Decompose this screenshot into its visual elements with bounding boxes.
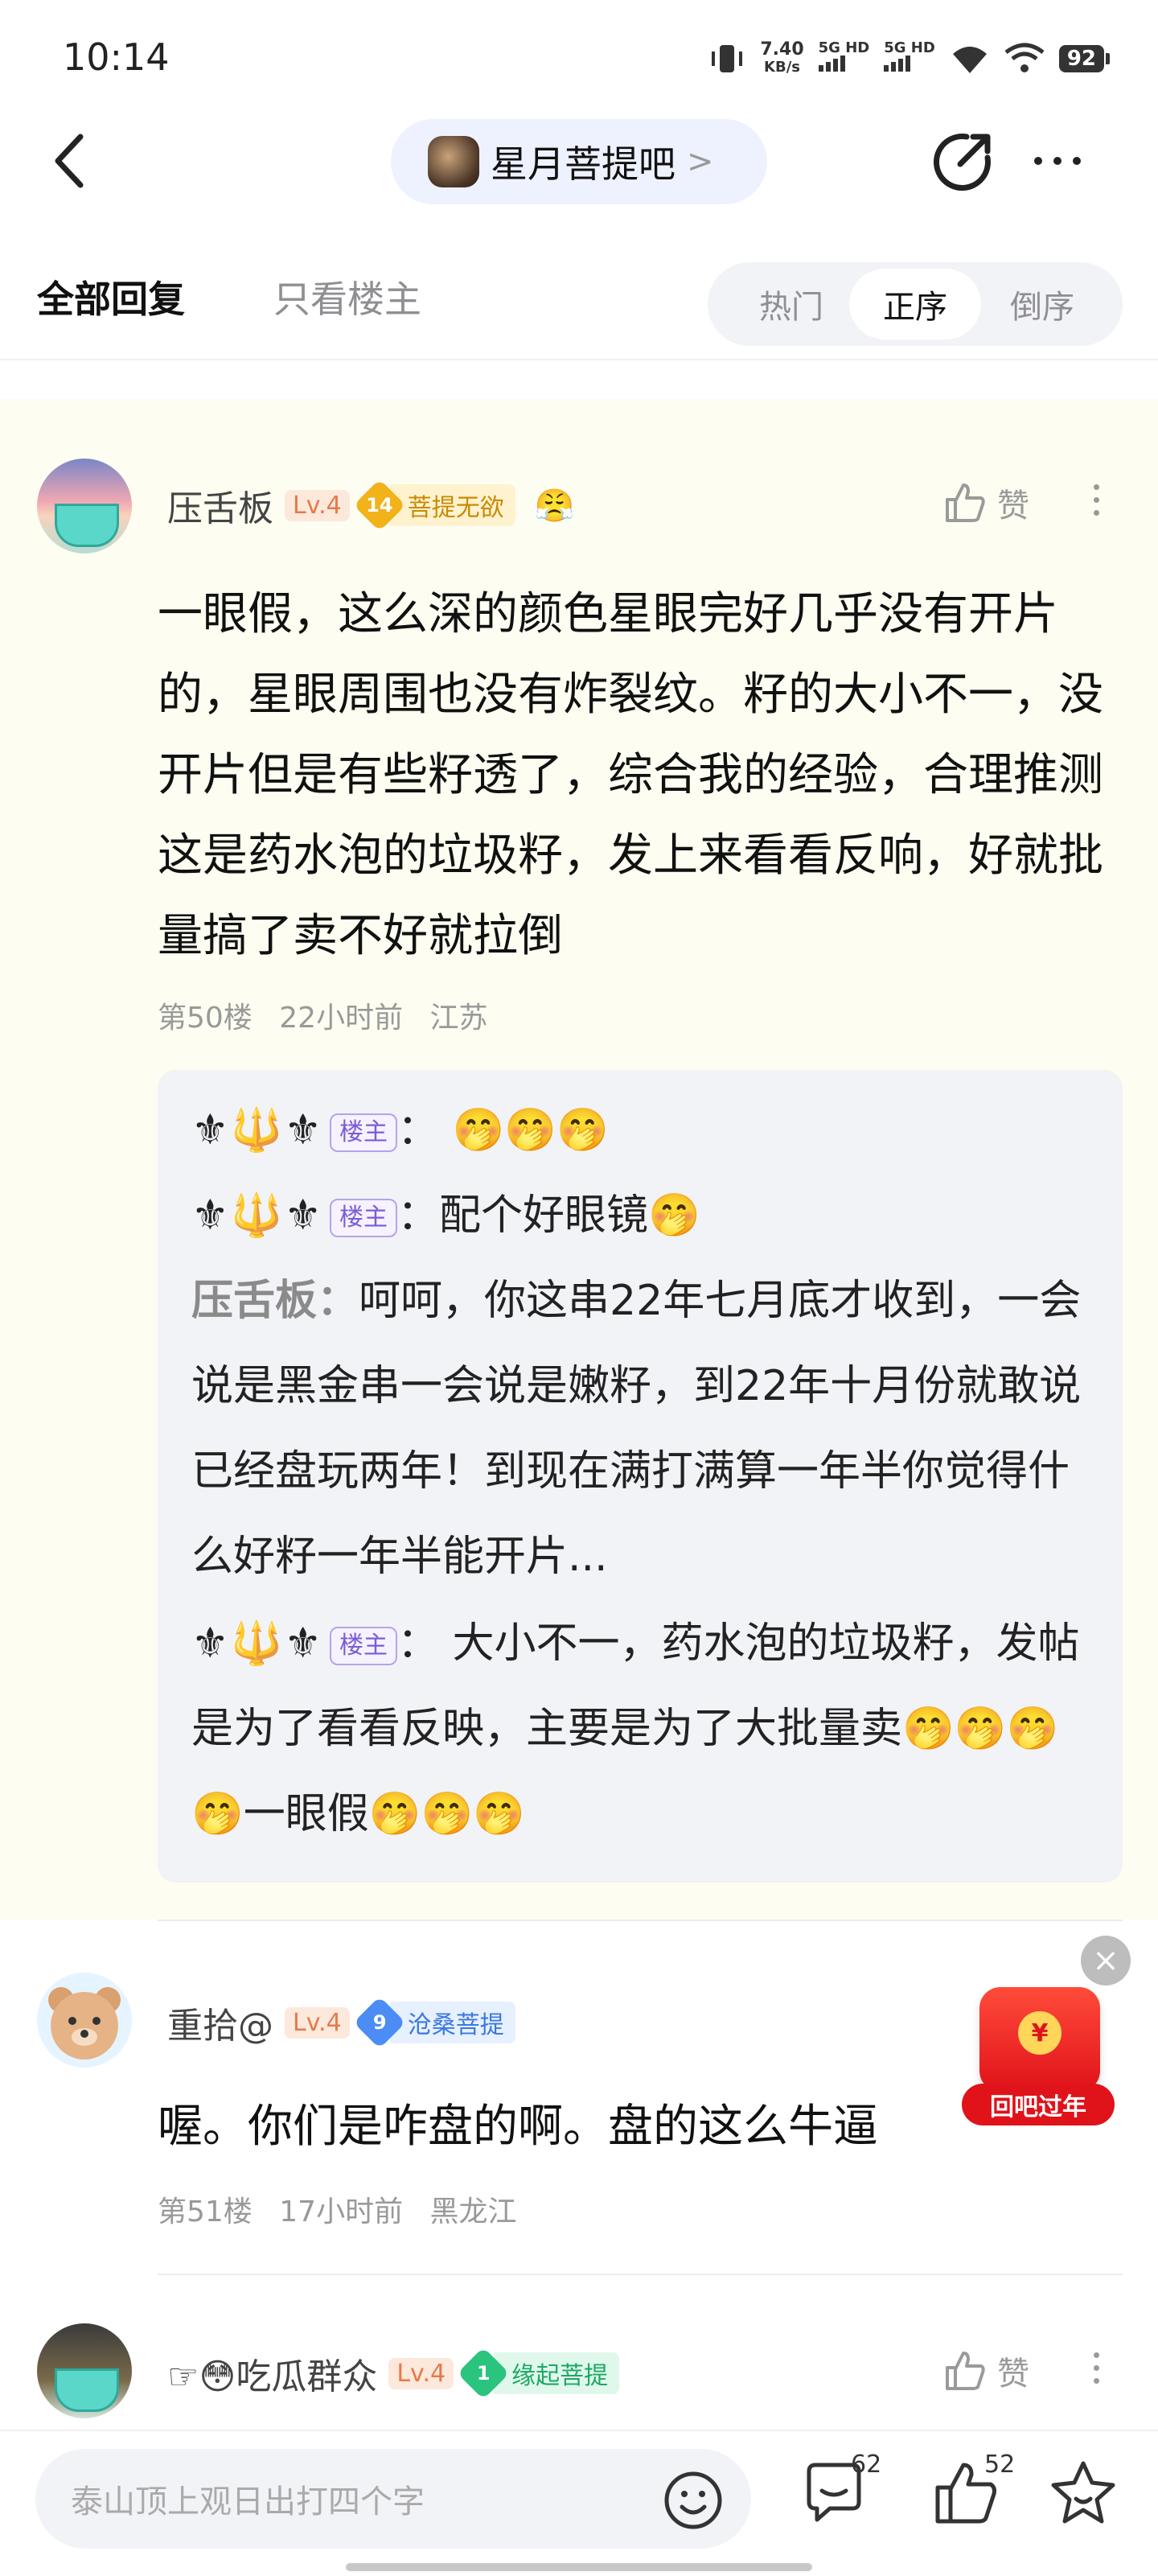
wifi-icon-2 bbox=[1004, 43, 1045, 72]
dot bbox=[1034, 157, 1042, 165]
post-location: 江苏 bbox=[429, 1002, 488, 1035]
floor-number: 第50楼 bbox=[158, 1002, 253, 1035]
red-packet-label: 回吧过年 bbox=[962, 2084, 1115, 2125]
level-badge: Lv.4 bbox=[285, 2006, 350, 2039]
like-count: 52 bbox=[984, 2450, 1016, 2479]
sub-replies-box[interactable]: ⚜🔱⚜ 楼主： 🤭🤭🤭 ⚜🔱⚜ 楼主 ：配个好眼镜🤭 压舌板：呵呵，你这串22年七月底… bbox=[158, 1070, 1123, 1883]
star-icon bbox=[1051, 2461, 1115, 2524]
status-icons: 7.40 KB/s 5G HD 5G HD 92 bbox=[708, 40, 1110, 77]
share-edit-icon bbox=[933, 134, 991, 191]
red-packet-button[interactable]: ¥ 回吧过年 bbox=[962, 1979, 1115, 2132]
post-location: 黑龙江 bbox=[429, 2195, 517, 2228]
comment-count: 62 bbox=[851, 2450, 882, 2479]
sub-reply[interactable]: ⚜🔱⚜ 楼主 ：配个好眼镜🤭 bbox=[191, 1173, 1100, 1258]
post-time: 22小时前 bbox=[279, 1002, 404, 1035]
reply-content: 一眼假，这么深的颜色星眼完好几乎没有开片的，星眼周围也没有炸裂纹。籽的大小不一，… bbox=[158, 588, 1103, 962]
reply-meta: 第51楼 17小时前 黑龙江 bbox=[158, 2188, 535, 2230]
favorite-button[interactable] bbox=[1047, 2457, 1119, 2533]
more-button[interactable] bbox=[1034, 145, 1098, 177]
smile-icon bbox=[664, 2471, 722, 2529]
username[interactable]: 重拾@ bbox=[167, 1997, 273, 2048]
forum-rank-badge: 9 沧桑菩提 bbox=[353, 1996, 515, 2049]
reply-header: 压舌板 Lv.4 14 菩提无欲 😤 bbox=[167, 479, 575, 532]
floor-number: 第51楼 bbox=[158, 2195, 253, 2228]
sub-reply-author: ⚜🔱⚜ bbox=[191, 1106, 323, 1154]
emoji-button[interactable] bbox=[663, 2470, 724, 2531]
battery-icon: 92 bbox=[1058, 45, 1110, 72]
sub-reply[interactable]: ⚜🔱⚜ 楼主： 大小不一，药水泡的垃圾籽，发帖是为了看看反映，主要是为了大批量卖🤭… bbox=[191, 1601, 1100, 1857]
sort-switch: 热门 正序 倒序 bbox=[708, 262, 1123, 346]
sort-hot-button[interactable]: 热门 bbox=[725, 269, 857, 339]
sub-reply-author: 压舌板 bbox=[191, 1277, 318, 1325]
username[interactable]: 压舌板 bbox=[167, 479, 273, 531]
status-time: 10:14 bbox=[63, 35, 170, 79]
like-button[interactable]: 赞 bbox=[942, 2348, 1029, 2394]
tab-all-replies[interactable]: 全部回复 bbox=[37, 270, 185, 323]
chevron-left-icon bbox=[55, 134, 84, 188]
tab-op-only[interactable]: 只看楼主 bbox=[273, 270, 421, 323]
sub-reply-author: ⚜🔱⚜ bbox=[191, 1191, 323, 1240]
avatar[interactable] bbox=[37, 2323, 132, 2418]
reply-input[interactable]: 泰山顶上观日出打四个字 bbox=[35, 2449, 751, 2549]
divider bbox=[0, 359, 1158, 360]
reply-more-button[interactable] bbox=[1094, 2352, 1099, 2384]
vibrate-icon bbox=[712, 45, 743, 72]
sort-asc-button[interactable]: 正序 bbox=[849, 269, 981, 339]
network-speed: 7.40 KB/s bbox=[760, 39, 804, 76]
dot bbox=[1053, 157, 1062, 165]
sub-reply-author: ⚜🔱⚜ bbox=[191, 1619, 323, 1668]
reply-more-button[interactable] bbox=[1094, 484, 1099, 516]
sub-reply-text: 大小不一，药水泡的垃圾籽，发帖是为了看看反映，主要是为了大批量卖🤭🤭🤭🤭一眼假🤭… bbox=[191, 1619, 1080, 1838]
forum-rank-badge: 1 缘起菩提 bbox=[457, 2347, 620, 2400]
sub-reply-text: 配个好眼镜🤭 bbox=[439, 1191, 700, 1240]
op-tag: 楼主 bbox=[329, 1627, 397, 1665]
home-indicator[interactable] bbox=[346, 2563, 812, 2571]
back-button[interactable] bbox=[47, 129, 95, 193]
op-tag: 楼主 bbox=[329, 1199, 397, 1237]
thumb-up-icon bbox=[946, 484, 985, 522]
sort-desc-button[interactable]: 倒序 bbox=[976, 269, 1108, 339]
level-badge: Lv.4 bbox=[285, 489, 350, 521]
wifi-icon-1 bbox=[952, 47, 987, 73]
bear-avatar-icon bbox=[48, 1987, 121, 2060]
close-icon[interactable]: × bbox=[1081, 1936, 1131, 1985]
sub-reply[interactable]: ⚜🔱⚜ 楼主： 🤭🤭🤭 bbox=[191, 1088, 1100, 1173]
sub-reply-text: 🤭🤭🤭 bbox=[452, 1106, 609, 1154]
divider bbox=[158, 2274, 1123, 2275]
op-tag: 楼主 bbox=[329, 1113, 397, 1152]
avatar[interactable] bbox=[37, 459, 132, 553]
forum-link[interactable]: 星月菩提吧 > bbox=[391, 119, 767, 204]
reply-input-placeholder: 泰山顶上观日出打四个字 bbox=[71, 2483, 425, 2520]
coin-icon: ¥ bbox=[1018, 2011, 1062, 2055]
reply-header: ☞😳吃瓜群众 Lv.4 1 缘起菩提 bbox=[167, 2347, 620, 2400]
avatar[interactable] bbox=[37, 1973, 132, 2068]
signal-1: 5G HD bbox=[818, 41, 869, 76]
fire-badge-icon: 😤 bbox=[534, 487, 575, 525]
signal-2: 5G HD bbox=[884, 41, 935, 76]
reply-meta: 第50楼 22小时前 江苏 bbox=[158, 994, 506, 1036]
dot bbox=[1073, 157, 1081, 165]
reply-content: 喔。你们是咋盘的啊。盘的这么牛逼 bbox=[158, 2101, 878, 2153]
post-time: 17小时前 bbox=[279, 2195, 404, 2228]
reply-header: 重拾@ Lv.4 9 沧桑菩提 bbox=[167, 1996, 515, 2049]
thumb-up-icon bbox=[946, 2352, 985, 2390]
forum-rank-badge: 14 菩提无欲 bbox=[353, 479, 515, 532]
forum-avatar bbox=[428, 136, 479, 187]
level-badge: Lv.4 bbox=[388, 2357, 454, 2389]
like-button[interactable]: 赞 bbox=[942, 479, 1029, 526]
forum-name: 星月菩提吧 bbox=[491, 142, 676, 186]
share-button[interactable] bbox=[931, 129, 996, 193]
username[interactable]: ☞😳吃瓜群众 bbox=[167, 2348, 377, 2399]
chevron-right-icon: > bbox=[687, 143, 714, 180]
divider bbox=[158, 1920, 1123, 1921]
sub-reply[interactable]: 压舌板：呵呵，你这串22年七月底才收到，一会说是黑金串一会说是嫩籽，到22年十月… bbox=[191, 1258, 1100, 1599]
